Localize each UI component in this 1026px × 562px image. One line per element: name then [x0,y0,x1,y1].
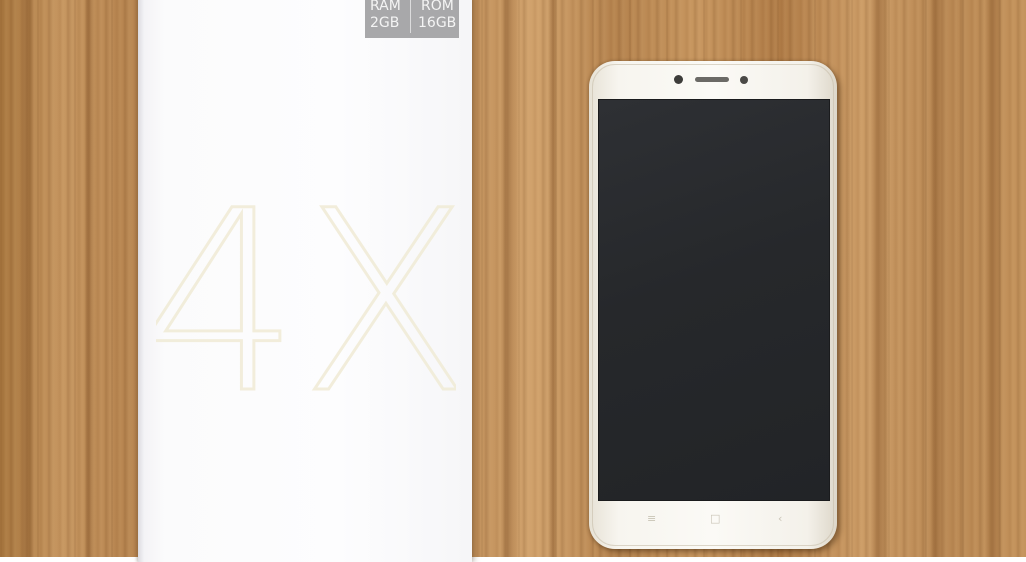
box-model-mark: 4X [156,174,456,414]
phone-screen [598,99,830,501]
back-icon: ‹ [778,512,783,525]
wood-grain [84,0,94,557]
wood-grain [985,0,1001,557]
spec-divider [410,0,411,33]
home-icon: □ [710,512,721,525]
wood-grain [20,0,34,557]
wood-grain [500,0,516,557]
box-edge [138,0,144,562]
ram-label: RAM [370,0,401,14]
proximity-sensor [740,76,748,84]
rom-label: ROM [421,0,454,14]
model-mark-text: 4X [156,174,456,414]
ram-spec: RAM 2GB [370,0,401,32]
rom-value: 16GB [418,15,457,31]
product-box: RAM 2GB ROM 16GB 4X [138,0,472,562]
wood-grain [870,0,888,557]
earpiece-speaker [695,77,729,82]
wood-grain [930,0,942,557]
rom-spec: ROM 16GB [418,0,456,32]
wood-grain [548,0,558,557]
menu-icon: ≡ [647,512,657,525]
smartphone: ≡ □ ‹ [589,61,837,549]
ram-value: 2GB [370,15,400,31]
front-camera [674,75,683,84]
spec-badge: RAM 2GB ROM 16GB [365,0,459,38]
